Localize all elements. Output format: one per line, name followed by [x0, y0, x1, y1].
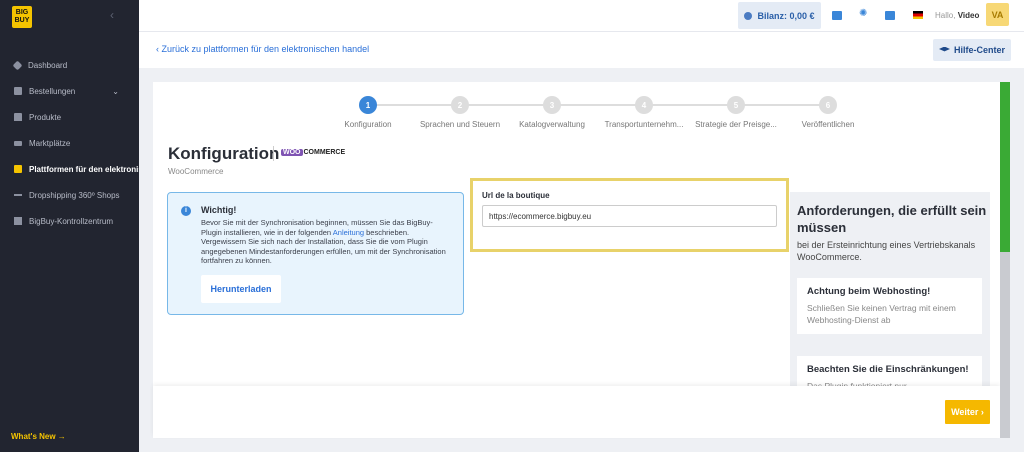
page-subtitle: WooCommerce: [168, 167, 224, 176]
step-label: Strategie der Preisge...: [695, 120, 777, 129]
chevron-down-icon: ⌄: [112, 86, 119, 96]
sidebar-item-label: Marktplätze: [29, 138, 71, 148]
stepper: 1 Konfiguration 2 Sprachen und Steuern 3…: [313, 96, 854, 136]
configuration-card: 1 Konfiguration 2 Sprachen und Steuern 3…: [153, 82, 1000, 438]
woocommerce-logo: WOO COMMERCE: [281, 149, 345, 156]
coins-icon: [744, 11, 753, 20]
sidebar-item-label: Produkte: [29, 112, 62, 122]
sidebar-nav: Dashboard Bestellungen ⌄ Produkte Marktp…: [0, 52, 139, 234]
scrollbar-thumb[interactable]: [1000, 82, 1010, 252]
control-center-icon: [14, 217, 22, 225]
whats-new-link[interactable]: What's New →: [11, 432, 66, 441]
sidebar-item-label: BigBuy-Kontrollzentrum: [29, 216, 114, 226]
step-publish[interactable]: 6 Veröffentlichen: [783, 96, 873, 129]
info-title: Wichtig!: [201, 205, 237, 215]
sidebar-item-dashboard[interactable]: Dashboard: [0, 52, 139, 78]
step-carriers[interactable]: 4 Transportunternehm...: [599, 96, 689, 129]
step-label: Sprachen und Steuern: [419, 120, 501, 129]
products-icon: [14, 113, 22, 121]
info-text: Bevor Sie mit der Synchronisation beginn…: [201, 218, 453, 266]
sidebar-item-label: Bestellungen: [29, 86, 76, 96]
shop-url-label: Url de la boutique: [482, 191, 550, 200]
step-label: Transportunternehm...: [604, 120, 684, 129]
scrollbar[interactable]: [1000, 82, 1010, 438]
greeting-text: Hallo,: [935, 11, 956, 20]
shop-url-panel: Url de la boutique: [470, 178, 789, 252]
sub-header: ‹ Zurück zu plattformen für den elektron…: [139, 32, 1024, 68]
requirement-card-webhosting: Achtung beim Webhosting! Schließen Sie k…: [797, 278, 982, 334]
platform-icon: [14, 165, 22, 173]
step-number: 1: [359, 96, 377, 114]
step-number: 6: [819, 96, 837, 114]
step-configuration[interactable]: 1 Konfiguration: [323, 96, 413, 129]
back-link-label: Zurück zu plattformen für den elektronis…: [161, 44, 370, 54]
step-number: 4: [635, 96, 653, 114]
step-label: Katalogverwaltung: [519, 120, 585, 129]
balance-button[interactable]: Bilanz: 0,00 €: [738, 2, 821, 29]
graduation-cap-icon: [938, 46, 950, 52]
orders-icon: [14, 87, 22, 95]
woo-logo-text: COMMERCE: [303, 149, 346, 156]
step-languages-taxes[interactable]: 2 Sprachen und Steuern: [415, 96, 505, 129]
step-label: Konfiguration: [344, 120, 392, 129]
step-catalog[interactable]: 3 Katalogverwaltung: [507, 96, 597, 129]
mail-icon[interactable]: [885, 11, 895, 20]
download-button[interactable]: Herunterladen: [201, 275, 281, 303]
step-label: Veröffentlichen: [801, 120, 855, 129]
back-link[interactable]: ‹ Zurück zu plattformen für den elektron…: [156, 44, 369, 54]
shop-url-input[interactable]: [482, 205, 777, 227]
balance-label: Bilanz: 0,00 €: [757, 10, 815, 21]
user-greeting: Hallo, Video: [935, 11, 979, 20]
requirements-panel: Anforderungen, die erfüllt sein müssen b…: [790, 192, 990, 388]
requirement-card-title: Achtung beim Webhosting!: [807, 286, 931, 297]
dashboard-icon: [12, 60, 23, 70]
info-icon: i: [181, 206, 191, 216]
marketplace-icon: [14, 140, 22, 146]
requirements-subtitle: bei der Ersteinrichtung eines Vertriebsk…: [797, 240, 976, 262]
sidebar-item-marketplaces[interactable]: Marktplätze: [0, 130, 139, 156]
step-number: 3: [543, 96, 561, 114]
store-icon[interactable]: [832, 11, 842, 20]
help-center-button[interactable]: Hilfe-Center: [933, 39, 1011, 61]
avatar[interactable]: VA: [986, 3, 1009, 26]
help-center-label: Hilfe-Center: [953, 45, 1005, 55]
step-number: 2: [451, 96, 469, 114]
sidebar-item-label: Dashboard: [28, 60, 68, 70]
german-flag-icon[interactable]: [913, 11, 923, 19]
requirement-card-title: Beachten Sie die Einschränkungen!: [807, 364, 969, 375]
important-info-box: i Wichtig! Bevor Sie mit der Synchronisa…: [167, 192, 464, 315]
guide-link[interactable]: Anleitung: [333, 228, 364, 237]
next-button[interactable]: Weiter ›: [945, 400, 990, 424]
sidebar-item-control-center[interactable]: BigBuy-Kontrollzentrum: [0, 208, 139, 234]
sidebar: BIG BUY ‹ Dashboard Bestellungen ⌄ Produ…: [0, 0, 139, 452]
shops-icon: [14, 194, 22, 196]
lightbulb-icon[interactable]: ✺: [859, 8, 867, 19]
sidebar-item-products[interactable]: Produkte: [0, 104, 139, 130]
requirement-card-restrictions: Beachten Sie die Einschränkungen! Das Pl…: [797, 356, 982, 388]
collapse-sidebar-icon[interactable]: ‹: [110, 8, 114, 22]
sidebar-item-dropshipping-shops[interactable]: Dropshipping 360º Shops: [0, 182, 139, 208]
step-number: 5: [727, 96, 745, 114]
sidebar-item-platforms[interactable]: Plattformen für den elektronischen hande…: [0, 156, 139, 182]
sidebar-item-label: Dropshipping 360º Shops: [29, 190, 120, 200]
requirement-card-text: Schließen Sie keinen Vertrag mit einem W…: [807, 303, 956, 325]
page-title: Konfiguration: [168, 144, 280, 163]
step-pricing[interactable]: 5 Strategie der Preisge...: [691, 96, 781, 129]
card-footer: Weiter ›: [153, 386, 1000, 438]
sidebar-item-orders[interactable]: Bestellungen ⌄: [0, 78, 139, 104]
bigbuy-logo[interactable]: BIG BUY: [12, 6, 32, 28]
user-name: Video: [957, 11, 980, 20]
top-bar: Bilanz: 0,00 € ✺ Hallo, Video VA: [139, 0, 1024, 32]
title-divider: [273, 146, 274, 161]
sidebar-item-label: Plattformen für den elektronischen hande…: [29, 164, 139, 174]
woo-logo-badge: WOO: [281, 149, 303, 156]
requirements-title: Anforderungen, die erfüllt sein müssen: [797, 203, 987, 235]
